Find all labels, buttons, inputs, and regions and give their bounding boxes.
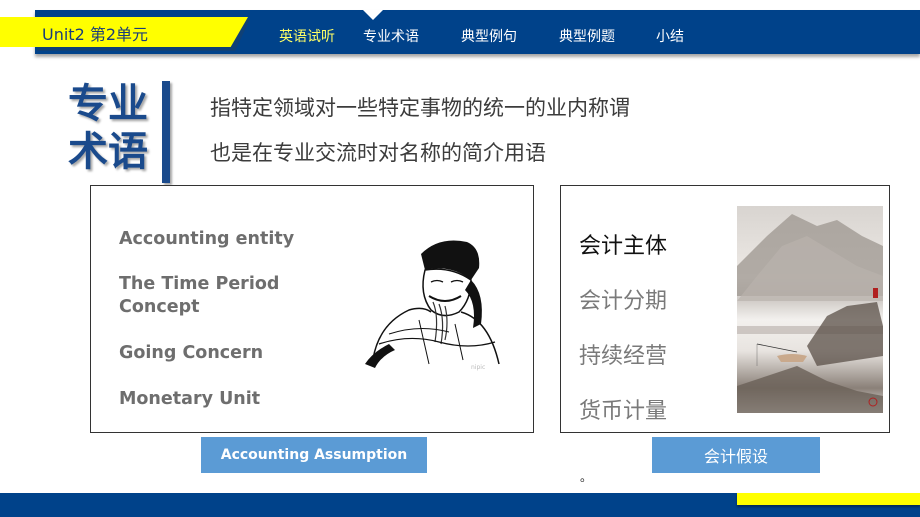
- bottom-accent-stripe: [737, 493, 920, 505]
- accounting-assumption-button[interactable]: Accounting Assumption: [201, 437, 427, 473]
- english-term: The Time Period Concept: [119, 274, 280, 317]
- chinese-term: 货币计量: [579, 399, 668, 424]
- english-terms-box: Accounting entity The Time Period Concep…: [90, 185, 534, 433]
- chinese-terms-box: 会计主体 会计分期 持续经营 货币计量: [560, 185, 890, 433]
- title-divider-bar: [162, 81, 170, 183]
- nav-tab-terminology[interactable]: 专业术语: [363, 26, 419, 46]
- page-title-line1: 专业: [68, 81, 148, 127]
- landscape-painting-image: [737, 206, 883, 413]
- nav-tab-summary[interactable]: 小结: [656, 26, 684, 46]
- chinese-term: 持续经营: [579, 344, 668, 369]
- chinese-term: 会计分期: [579, 289, 668, 314]
- nav-tab-listening[interactable]: 英语试听: [279, 26, 335, 46]
- nav-tab-example-problems[interactable]: 典型例题: [559, 26, 615, 46]
- english-term: Going Concern: [119, 343, 264, 363]
- definition-line-2: 也是在专业交流时对名称的简介用语: [210, 141, 546, 165]
- page-title-line2: 术语: [68, 129, 148, 175]
- nav-tab-example-sentences[interactable]: 典型例句: [461, 26, 517, 46]
- scholar-portrait-image: [365, 240, 500, 368]
- current-section-pointer-icon: [363, 10, 383, 20]
- landscape-painting-art: [737, 214, 883, 413]
- image-watermark: nipic: [471, 364, 486, 371]
- english-term: Monetary Unit: [119, 389, 261, 409]
- stray-punctuation: 。: [580, 470, 593, 484]
- unit-label: Unit2 第2单元: [42, 25, 149, 44]
- page-title: 专业 术语: [68, 80, 158, 176]
- english-term: Accounting entity: [119, 229, 295, 249]
- chinese-term: 会计主体: [579, 234, 668, 259]
- accounting-assumption-cn-button[interactable]: 会计假设: [652, 437, 820, 473]
- definition-line-1: 指特定领域对一些特定事物的统一的业内称谓: [210, 96, 630, 120]
